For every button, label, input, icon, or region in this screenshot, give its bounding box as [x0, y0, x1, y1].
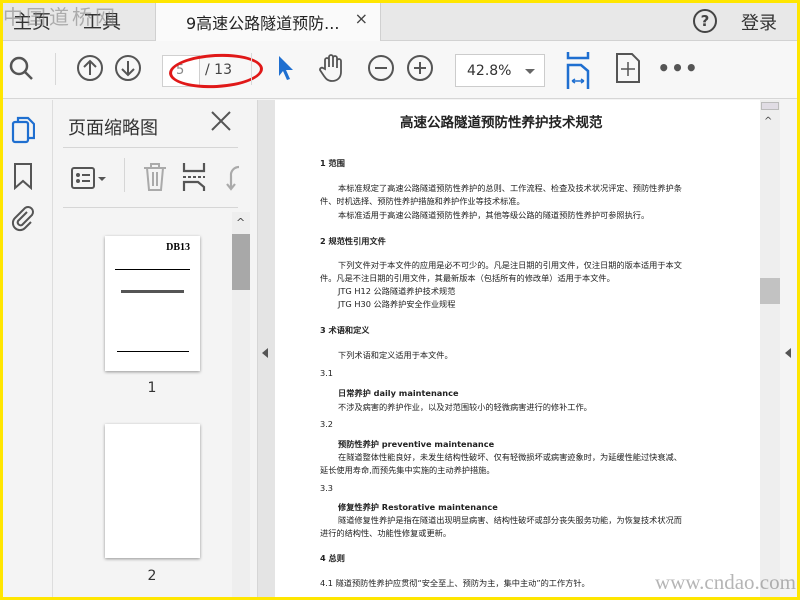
- document-text-line: 2 规范性引用文件: [320, 236, 386, 246]
- zoom-level: 42.8%: [467, 63, 512, 79]
- delete-page-icon[interactable]: [142, 162, 168, 196]
- toolbar: 5 / 13 42.8% •••: [3, 41, 797, 99]
- document-text-line: 件。凡是不注日期的引用文件，其最新版本（包括所有的修改单）适用于本文件。: [320, 273, 615, 283]
- divider: [55, 53, 56, 85]
- insert-page-icon[interactable]: [181, 162, 207, 196]
- pdf-page: 高速公路隧道预防性养护技术规范 1 范围本标准规定了高速公路隧道预防性养护的总则…: [275, 100, 760, 597]
- document-text-line: 下列文件对于本文件的应用是必不可少的。凡是注日期的引用文件，仅注日期的版本适用于…: [338, 260, 682, 270]
- document-text-line: 延长使用寿命,而预先集中实施的主动养护措施。: [320, 465, 495, 475]
- zoom-in-icon[interactable]: [405, 53, 435, 83]
- thumbnail-scrollbar[interactable]: ^: [232, 212, 250, 597]
- divider: [251, 53, 252, 85]
- watermark-bottom: www.cndao.com: [655, 570, 796, 594]
- document-text-line: 修复性养护 Restorative maintenance: [338, 502, 498, 512]
- document-text-line: 件、时机选择、预防性养护措施和养护作业等技术标准。: [320, 196, 525, 206]
- document-text-line: 4.1 隧道预防性养护应贯彻“安全至上、预防为主，集中主动”的工作方针。: [320, 578, 590, 588]
- next-page-icon[interactable]: [113, 53, 143, 83]
- right-pane-strip: [780, 100, 797, 597]
- zoom-level-dropdown[interactable]: 42.8%: [455, 54, 545, 87]
- document-text-line: 预防性养护 preventive maintenance: [338, 439, 495, 449]
- tab-bar: 主页 工具 9高速公路隧道预防... × ? 登录: [3, 3, 797, 41]
- thumbnail-code: DB13: [166, 242, 190, 253]
- document-text-line: 在隧道整体性能良好，未发生结构性破坏、仅有轻微损坏或病害迹象时，为延缓性能过快衰…: [338, 452, 682, 462]
- rotate-page-icon[interactable]: [223, 164, 241, 196]
- document-scrollbar[interactable]: ^: [760, 100, 780, 597]
- document-text-line: 本标准适用于高速公路隧道预防性养护，其他等级公路的隧道预防性养护可参照执行。: [338, 210, 650, 220]
- expand-right-pane-icon[interactable]: [785, 348, 791, 358]
- document-viewer: 高速公路隧道预防性养护技术规范 1 范围本标准规定了高速公路隧道预防性养护的总则…: [258, 100, 797, 597]
- document-text-line: 下列术语和定义适用于本文件。: [338, 350, 453, 360]
- document-text-line: 不涉及病害的养护作业，以及对范围较小的轻微病害进行的修补工作。: [338, 402, 592, 412]
- zoom-out-icon[interactable]: [366, 53, 396, 83]
- select-cursor-icon[interactable]: [271, 53, 301, 83]
- document-text-line: 3.3: [320, 483, 334, 493]
- search-icon[interactable]: [6, 53, 36, 83]
- chevron-down-icon: [525, 69, 535, 74]
- close-panel-icon[interactable]: [210, 110, 232, 136]
- document-text-line: JTG H30 公路养护安全作业规程: [338, 299, 456, 309]
- thumbnail-label: 1: [147, 380, 157, 396]
- close-tab-icon[interactable]: ×: [355, 9, 368, 28]
- page-thumbnails-icon[interactable]: [11, 116, 36, 148]
- thumbnail-page-1[interactable]: DB13: [105, 236, 200, 371]
- tab-document[interactable]: 9高速公路隧道预防... ×: [155, 3, 381, 41]
- panel-title: 页面缩略图: [68, 118, 158, 139]
- document-text-line: 4 总则: [320, 553, 345, 563]
- document-text-line: 日常养护 daily maintenance: [338, 388, 459, 398]
- bookmarks-icon[interactable]: [13, 162, 33, 194]
- document-text-line: 1 范围: [320, 158, 345, 168]
- document-title: 高速公路隧道预防性养护技术规范: [400, 115, 603, 131]
- thumbnails-panel: 页面缩略图 DB13 1 2 ^: [53, 100, 258, 597]
- previous-page-icon[interactable]: [75, 53, 105, 83]
- hand-tool-icon[interactable]: [317, 53, 347, 83]
- help-icon[interactable]: ?: [693, 9, 717, 33]
- thumbnail-label: 2: [147, 568, 157, 584]
- document-text-line: 本标准规定了高速公路隧道预防性养护的总则、工作流程、检查及技术状况评定、预防性养…: [338, 183, 682, 193]
- document-text-line: JTG H12 公路隧道养护技术规范: [338, 286, 456, 296]
- document-text-line: 隧道修复性养护是指在隧道出现明显病害、结构性破坏或部分丧失服务功能，为恢复技术状…: [338, 515, 682, 525]
- full-screen-icon[interactable]: [613, 53, 643, 83]
- document-text-line: 3 术语和定义: [320, 325, 370, 335]
- fit-width-icon[interactable]: [563, 51, 593, 89]
- document-text-line: 进行的结构性、功能性修复或更新。: [320, 528, 452, 538]
- divider: [124, 158, 125, 192]
- document-text-line: 3.1: [320, 368, 334, 378]
- divider: [63, 147, 238, 148]
- collapse-left-icon[interactable]: [262, 348, 268, 358]
- attachments-icon[interactable]: [11, 204, 35, 236]
- document-tab-label: 9高速公路隧道预防...: [186, 14, 340, 33]
- divider: [63, 207, 238, 208]
- more-options-icon[interactable]: •••: [657, 53, 697, 83]
- login-button[interactable]: 登录: [741, 9, 777, 35]
- scrollbar-thumb[interactable]: [760, 278, 780, 304]
- left-icon-strip: [3, 100, 53, 597]
- watermark-top: 中国道桥网: [3, 7, 118, 29]
- thumbnail-page-2[interactable]: [105, 424, 200, 558]
- thumbnail-options-icon[interactable]: [71, 166, 109, 194]
- scrollbar-thumb[interactable]: [232, 234, 250, 290]
- document-text-line: 3.2: [320, 419, 334, 429]
